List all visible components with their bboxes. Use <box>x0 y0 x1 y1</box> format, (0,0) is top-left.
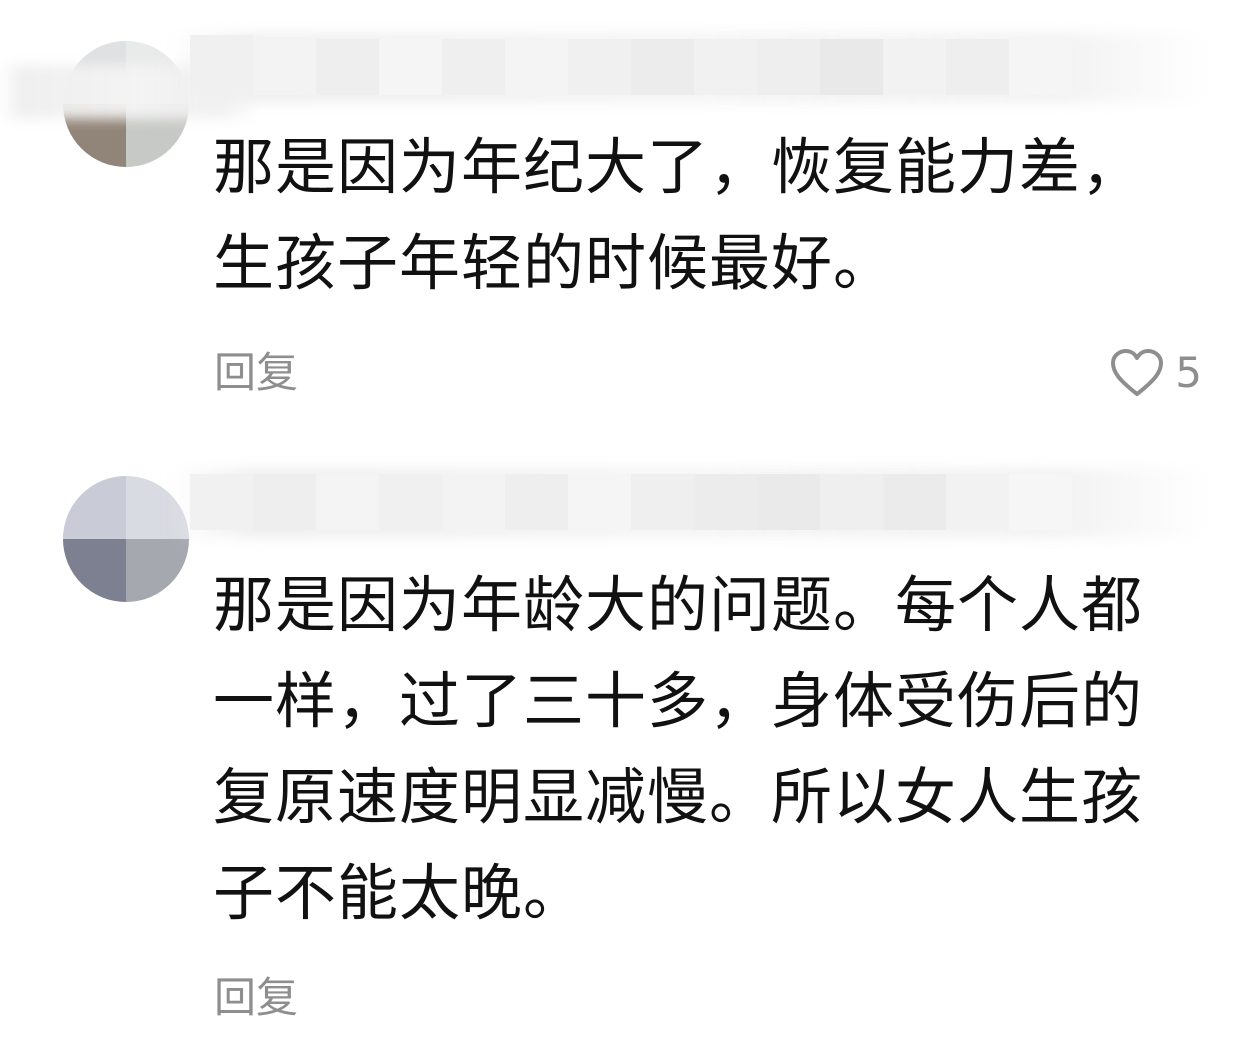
comment-text: 那是因为年龄大的问题。每个人都 一样，过了三十多，身体受伤后的 复原速度明显减慢… <box>213 570 1144 929</box>
reply-button[interactable]: 回复 <box>214 348 298 398</box>
like-count: 5 <box>1175 348 1202 397</box>
comment-text: 那是因为年纪大了，恢复能力差， 生孩子年轻的时候最好。 <box>213 132 1144 299</box>
heart-outline-icon[interactable] <box>1109 348 1165 398</box>
comment-header-redacted <box>0 25 1220 167</box>
username-redacted <box>190 35 253 95</box>
comment-item: 那是因为年龄大的问题。每个人都 一样，过了三十多，身体受伤后的 复原速度明显减慢… <box>0 440 1260 1049</box>
comment-item: 那是因为年纪大了，恢复能力差， 生孩子年轻的时候最好。 回复 5 <box>0 0 1260 420</box>
comment-header-redacted <box>0 460 1220 602</box>
reply-button[interactable]: 回复 <box>214 973 298 1023</box>
like-button[interactable]: 5 <box>1109 348 1202 398</box>
username-redacted <box>190 474 253 530</box>
